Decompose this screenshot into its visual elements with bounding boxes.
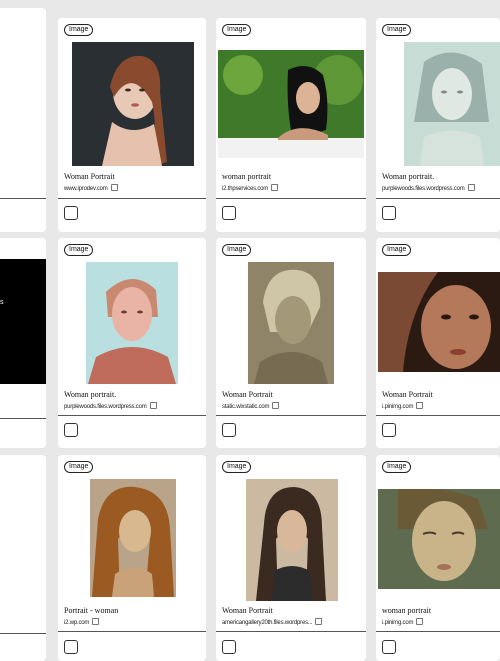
- image-badge: Image: [222, 244, 252, 256]
- external-link-icon: [271, 184, 279, 191]
- source-label: i2.thpservices.com: [222, 186, 269, 192]
- image-badge: Image: [64, 244, 94, 256]
- image-source-link[interactable]: www.iprodev.com: [64, 184, 118, 192]
- select-checkbox[interactable]: [64, 640, 78, 654]
- image-title[interactable]: Woman Portrait: [382, 390, 433, 399]
- source-label: purplewoods.files.wordpress.com: [382, 186, 465, 192]
- divider: [216, 415, 366, 416]
- image-thumbnail[interactable]: [378, 489, 500, 589]
- image-title[interactable]: Woman Portrait: [222, 606, 273, 615]
- source-label: americangallery20th.files.wordpres...: [222, 620, 313, 626]
- image-badge: Image: [222, 461, 252, 473]
- image-source-link[interactable]: i2.thpservices.com: [222, 184, 279, 192]
- partial-card-left-row1[interactable]: [0, 8, 46, 232]
- image-source-link[interactable]: purplewoods.files.wordpress.com: [382, 184, 475, 192]
- external-link-icon: [416, 618, 424, 625]
- image-thumbnail[interactable]: [72, 42, 194, 166]
- source-label: purplewoods.files.wordpress.com: [64, 404, 147, 410]
- divider: [376, 415, 500, 416]
- partial-dark-thumbnail: s: [0, 259, 46, 384]
- divider: [58, 198, 206, 199]
- external-link-icon: [272, 402, 280, 409]
- divider: [216, 631, 366, 632]
- external-link-icon: [149, 402, 157, 409]
- source-label: i2.wp.com: [64, 620, 90, 626]
- image-title[interactable]: Woman portrait.: [64, 390, 116, 399]
- image-thumbnail[interactable]: [404, 42, 500, 166]
- image-card[interactable]: Image Portrait - woman i2.wp.com: [58, 455, 206, 661]
- image-badge: Image: [382, 24, 412, 36]
- image-badge: Image: [64, 24, 94, 36]
- partial-thumbnail-text: s: [0, 299, 4, 306]
- image-card[interactable]: Image Woman Portrait static.wixstatic.co…: [216, 238, 366, 448]
- image-thumbnail[interactable]: [90, 479, 176, 597]
- image-badge: Image: [382, 461, 412, 473]
- select-checkbox[interactable]: [382, 206, 396, 220]
- image-badge: Image: [222, 24, 252, 36]
- external-link-icon: [315, 618, 323, 625]
- source-label: static.wixstatic.com: [222, 404, 270, 410]
- select-checkbox[interactable]: [382, 423, 396, 437]
- image-title[interactable]: woman portrait: [382, 606, 431, 615]
- external-link-icon: [92, 618, 100, 625]
- select-checkbox[interactable]: [222, 423, 236, 437]
- divider: [58, 631, 206, 632]
- source-label: www.iprodev.com: [64, 186, 108, 192]
- image-card[interactable]: Image Woman Portrait americangallery20th…: [216, 455, 366, 661]
- divider: [376, 198, 500, 199]
- divider: [216, 198, 366, 199]
- source-label: i.pinimg.com: [382, 404, 414, 410]
- image-title[interactable]: Portrait - woman: [64, 606, 118, 615]
- select-checkbox[interactable]: [64, 423, 78, 437]
- image-thumbnail[interactable]: [218, 50, 364, 158]
- image-source-link[interactable]: i.pinimg.com: [382, 618, 424, 626]
- partial-card-left-row3[interactable]: [0, 455, 46, 661]
- image-source-link[interactable]: purplewoods.files.wordpress.com: [64, 402, 157, 410]
- select-checkbox[interactable]: [222, 640, 236, 654]
- image-card[interactable]: Image woman portrait i2.thpservices.com: [216, 18, 366, 232]
- external-link-icon: [110, 184, 118, 191]
- image-card[interactable]: Image Woman Portrait www.iprodev.com: [58, 18, 206, 232]
- image-title[interactable]: woman portrait: [222, 172, 271, 181]
- image-badge: Image: [64, 461, 94, 473]
- external-link-icon: [416, 402, 424, 409]
- select-checkbox[interactable]: [222, 206, 236, 220]
- divider: [58, 415, 206, 416]
- image-badge: Image: [382, 244, 412, 256]
- image-source-link[interactable]: i.pinimg.com: [382, 402, 424, 410]
- image-results-grid: s Image Woman Portrait www.iprodev.com I…: [0, 0, 500, 661]
- select-checkbox[interactable]: [64, 206, 78, 220]
- image-source-link[interactable]: i2.wp.com: [64, 618, 100, 626]
- image-card[interactable]: Image Woman Portrait i.pinimg.com: [376, 238, 500, 448]
- select-checkbox[interactable]: [382, 640, 396, 654]
- image-title[interactable]: Woman Portrait: [222, 390, 273, 399]
- image-source-link[interactable]: static.wixstatic.com: [222, 402, 280, 410]
- divider: [376, 631, 500, 632]
- image-thumbnail[interactable]: [378, 272, 500, 372]
- image-card[interactable]: Image Woman portrait. purplewoods.files.…: [376, 18, 500, 232]
- image-thumbnail[interactable]: [246, 479, 338, 601]
- image-card[interactable]: Image Woman portrait. purplewoods.files.…: [58, 238, 206, 448]
- image-title[interactable]: Woman Portrait: [64, 172, 115, 181]
- image-thumbnail[interactable]: [248, 262, 334, 384]
- image-source-link[interactable]: americangallery20th.files.wordpres...: [222, 618, 323, 626]
- external-link-icon: [467, 184, 475, 191]
- image-card[interactable]: Image woman portrait i.pinimg.com: [376, 455, 500, 661]
- image-thumbnail[interactable]: [86, 262, 178, 384]
- image-title[interactable]: Woman portrait.: [382, 172, 434, 181]
- source-label: i.pinimg.com: [382, 620, 414, 626]
